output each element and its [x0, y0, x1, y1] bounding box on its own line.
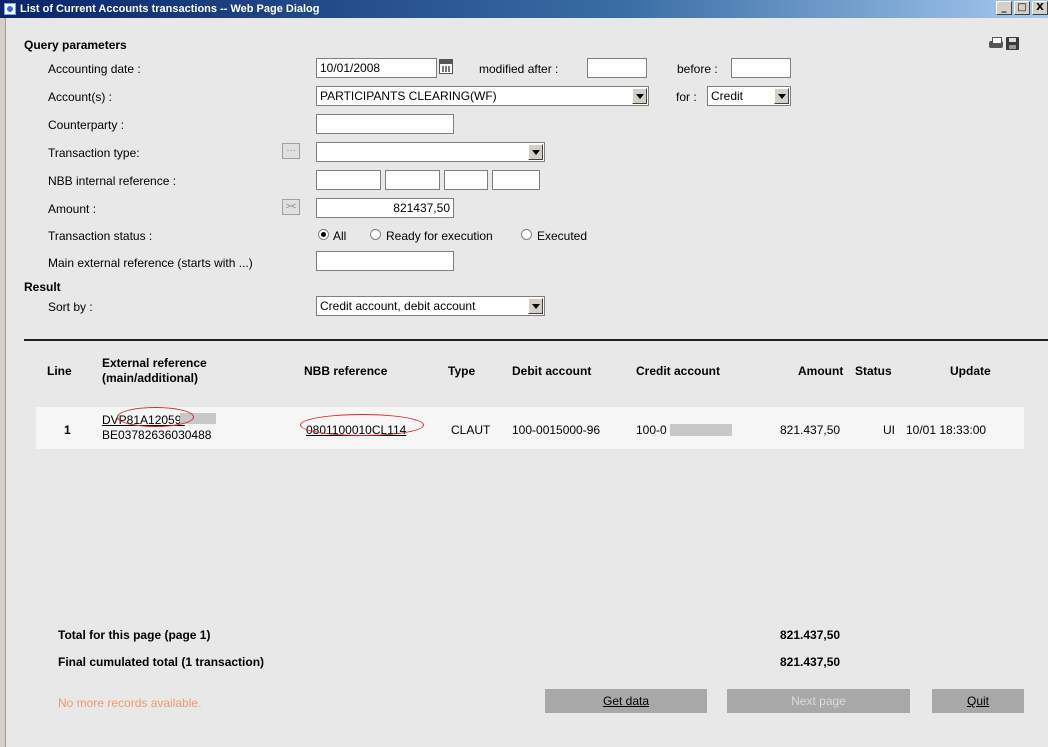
accounting-date-label: Accounting date :	[48, 62, 141, 76]
header-credit-account: Credit account	[636, 364, 721, 378]
counterparty-input[interactable]	[316, 114, 454, 134]
next-page-button[interactable]: Next page	[727, 689, 910, 713]
for-select[interactable]: Credit	[707, 86, 791, 106]
get-data-button[interactable]: Get data	[545, 689, 707, 713]
status-radio-executed-label: Executed	[537, 229, 588, 243]
print-icon[interactable]	[989, 37, 1003, 49]
before-input[interactable]	[731, 58, 791, 78]
transaction-type-lookup-button[interactable]: ···	[282, 143, 300, 159]
row-debit-account: 100-0015000-96	[512, 423, 601, 437]
nbb-internal-ref-part4[interactable]	[492, 170, 540, 190]
sort-by-select[interactable]: Credit account, debit account	[316, 296, 545, 316]
status-radio-ready[interactable]	[370, 229, 381, 240]
total-page-value: 821.437,50	[780, 628, 841, 642]
total-page-label: Total for this page (page 1)	[58, 628, 211, 642]
minimize-button[interactable]: _	[996, 1, 1012, 15]
row-update: 10/01 18:33:00	[906, 423, 987, 437]
modified-after-label: modified after :	[479, 62, 559, 76]
transaction-type-label: Transaction type:	[48, 146, 140, 160]
annotation-ellipse-ext-ref	[117, 407, 194, 427]
window-title: List of Current Accounts transactions --…	[20, 3, 320, 15]
window-controls: _ □ X	[994, 1, 1048, 17]
chevron-down-icon[interactable]	[632, 88, 647, 104]
accounts-select-value: PARTICIPANTS CLEARING(WF)	[320, 89, 497, 103]
query-parameters-heading: Query parameters	[24, 38, 127, 52]
nbb-internal-reference-label: NBB internal reference :	[48, 174, 177, 188]
header-type: Type	[448, 364, 476, 378]
row-amount: 821.437,50	[780, 423, 841, 437]
status-radio-all-label: All	[333, 229, 347, 243]
main-external-reference-input[interactable]	[316, 251, 454, 271]
sort-by-select-value: Credit account, debit account	[320, 299, 476, 313]
for-label: for :	[676, 90, 697, 104]
accounts-select[interactable]: PARTICIPANTS CLEARING(WF)	[316, 86, 649, 106]
row-credit-account: 100-0	[636, 423, 667, 437]
status-radio-executed[interactable]	[521, 229, 532, 240]
quit-button[interactable]: Quit	[932, 689, 1024, 713]
transaction-type-select[interactable]	[316, 142, 545, 162]
annotation-ellipse-nbb-ref	[300, 414, 424, 436]
calendar-icon[interactable]	[439, 59, 453, 74]
nbb-internal-ref-part2[interactable]	[385, 170, 440, 190]
amount-label: Amount :	[48, 202, 97, 216]
row-line: 1	[64, 423, 71, 437]
header-external-reference: External reference	[102, 356, 207, 370]
header-update: Update	[950, 364, 991, 378]
for-select-value: Credit	[711, 89, 744, 103]
total-final-label: Final cumulated total (1 transaction)	[58, 655, 265, 669]
main-external-reference-label: Main external reference (starts with ...…	[48, 256, 253, 270]
chevron-down-icon[interactable]	[774, 88, 789, 104]
chevron-down-icon[interactable]	[528, 298, 543, 314]
window-title-bar: List of Current Accounts transactions --…	[0, 0, 1048, 18]
transaction-status-label: Transaction status :	[48, 229, 153, 243]
accounting-date-input[interactable]: 10/01/2008	[316, 58, 437, 78]
redaction-block	[670, 424, 732, 436]
modified-after-input[interactable]	[587, 58, 647, 78]
total-final-value: 821.437,50	[780, 655, 841, 669]
status-radio-ready-label: Ready for execution	[386, 229, 493, 243]
chevron-down-icon[interactable]	[528, 144, 543, 160]
ie-app-icon	[4, 3, 16, 15]
row-ext-additional: BE03782636030488	[102, 428, 212, 442]
window-left-border	[0, 18, 6, 747]
nbb-internal-ref-part1[interactable]	[316, 170, 381, 190]
section-divider	[24, 339, 1048, 341]
no-more-records-message: No more records available.	[58, 696, 202, 710]
sort-by-label: Sort by :	[48, 300, 93, 314]
header-external-reference-sub: (main/additional)	[102, 371, 198, 385]
save-icon[interactable]	[1006, 37, 1019, 50]
row-status: UI	[883, 423, 895, 437]
counterparty-label: Counterparty :	[48, 118, 125, 132]
header-amount: Amount	[798, 364, 844, 378]
close-button[interactable]: X	[1032, 1, 1048, 15]
before-label: before :	[677, 62, 718, 76]
row-type: CLAUT	[451, 423, 491, 437]
header-debit-account: Debit account	[512, 364, 592, 378]
header-status: Status	[855, 364, 892, 378]
result-heading: Result	[24, 280, 61, 294]
header-line: Line	[47, 364, 72, 378]
accounts-label: Account(s) :	[48, 90, 113, 104]
amount-input[interactable]: 821437,50	[316, 198, 454, 218]
status-radio-all[interactable]	[318, 229, 329, 240]
header-nbb-reference: NBB reference	[304, 364, 388, 378]
amount-range-button[interactable]: ><	[282, 199, 300, 215]
maximize-button[interactable]: □	[1014, 1, 1030, 15]
nbb-internal-ref-part3[interactable]	[444, 170, 488, 190]
